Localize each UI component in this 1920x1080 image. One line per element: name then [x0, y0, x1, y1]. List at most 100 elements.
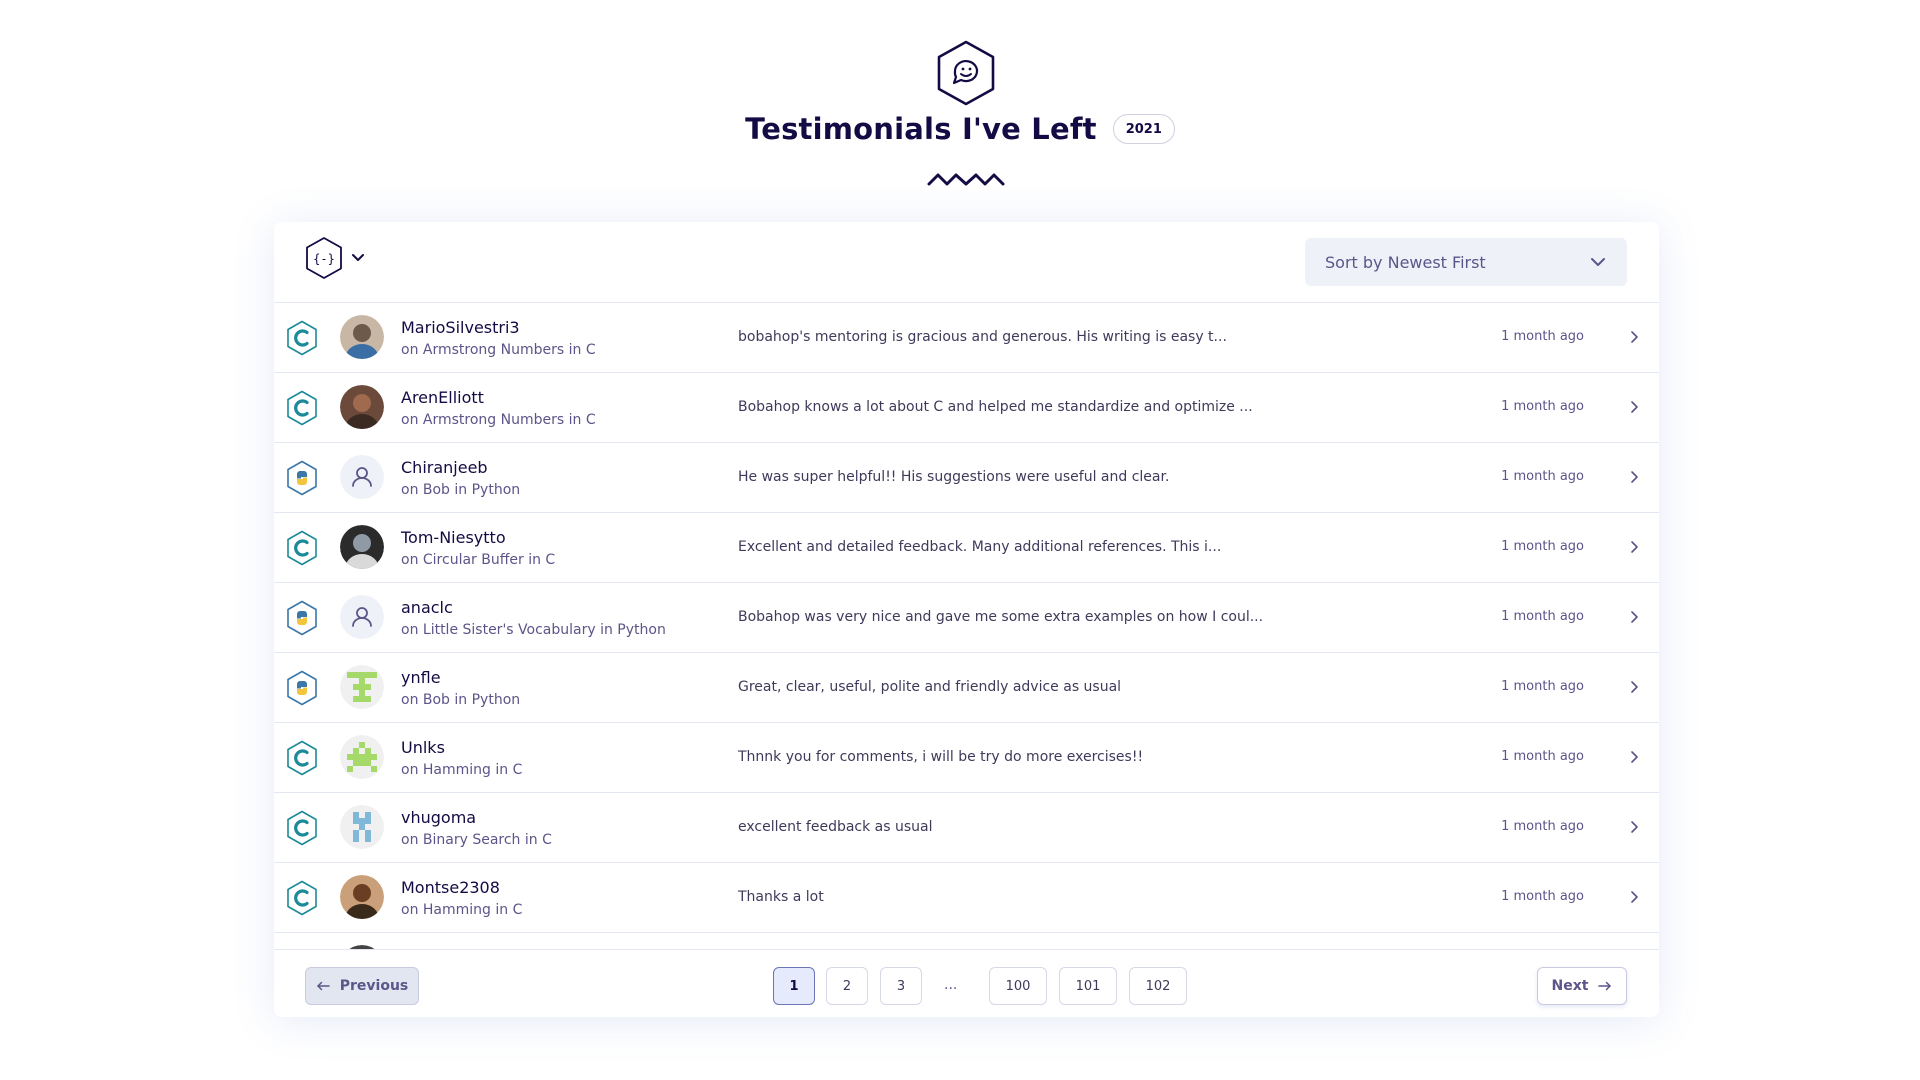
speech-bubble-hexagon-icon	[937, 40, 995, 106]
student-name: ynfle	[401, 668, 441, 687]
avatar	[340, 385, 384, 429]
avatar	[340, 735, 384, 779]
testimonial-content: excellent feedback as usual	[738, 819, 933, 835]
testimonial-time: 1 month ago	[1501, 889, 1584, 904]
page-button-102[interactable]: 102	[1129, 967, 1187, 1005]
testimonial-time: 1 month ago	[1501, 399, 1584, 414]
page-button-2[interactable]: 2	[826, 967, 868, 1005]
student-name: ArenElliott	[401, 388, 484, 407]
exercise-label: on Bob in Python	[401, 692, 521, 708]
python-track-icon	[286, 600, 318, 636]
chevron-right-icon	[1631, 891, 1638, 903]
exercise-label: on Armstrong Numbers in C	[401, 412, 596, 428]
python-track-icon	[286, 670, 318, 706]
testimonials-list: MarioSilvestri3 on Armstrong Numbers in C…	[274, 303, 1659, 949]
student-name: anaclc	[401, 598, 453, 617]
page-button-101[interactable]: 101	[1059, 967, 1117, 1005]
exercise-label: on Circular Buffer in C	[401, 552, 556, 568]
chevron-right-icon	[1631, 331, 1638, 343]
c-track-icon	[286, 810, 318, 846]
avatar	[340, 315, 384, 359]
c-track-icon	[286, 530, 318, 566]
testimonial-time: 1 month ago	[1501, 329, 1584, 344]
exercise-label: on Binary Search in C	[401, 832, 552, 848]
avatar	[340, 875, 384, 919]
exercise-label: on Hamming in C	[401, 762, 523, 778]
testimonial-content: Thnnk you for comments, i will be try do…	[738, 749, 1144, 765]
arrow-right-icon	[1598, 981, 1612, 991]
testimonial-row[interactable]: anaclc on Little Sister's Vocabulary in P…	[274, 583, 1659, 653]
chevron-down-icon	[352, 254, 364, 261]
c-track-icon	[286, 880, 318, 916]
exercise-label: on Armstrong Numbers in C	[401, 342, 596, 358]
chevron-right-icon	[1631, 821, 1638, 833]
arrow-left-icon	[316, 981, 330, 991]
student-name: MarioSilvestri3	[401, 318, 520, 337]
avatar	[340, 455, 384, 499]
testimonial-row[interactable]: Chiranjeeb on Bob in Python He was super h…	[274, 443, 1659, 513]
testimonial-row[interactable]: Montse2308 on Hamming in C Thanks a lot 1 m…	[274, 863, 1659, 933]
testimonial-time: 1 month ago	[1501, 609, 1584, 624]
pagination: Previous 1 2 3 ... 100 101 102 Next	[274, 949, 1659, 1017]
page-button-3[interactable]: 3	[880, 967, 922, 1005]
testimonial-content: Bobahop was very nice and gave me some e…	[738, 609, 1264, 625]
testimonial-content: He was super helpful!! His suggestions w…	[738, 469, 1170, 485]
testimonial-time: 1 month ago	[1501, 819, 1584, 834]
pagination-ellipsis: ...	[944, 977, 958, 993]
chevron-right-icon	[1631, 471, 1638, 483]
testimonial-content: Excellent and detailed feedback. Many ad…	[738, 539, 1222, 555]
avatar	[340, 525, 384, 569]
avatar	[340, 665, 384, 709]
c-track-icon	[286, 390, 318, 426]
previous-button[interactable]: Previous	[305, 967, 419, 1005]
exercise-label: on Bob in Python	[401, 482, 521, 498]
next-button[interactable]: Next	[1537, 967, 1627, 1005]
chevron-right-icon	[1631, 751, 1638, 763]
student-name: Unlks	[401, 738, 445, 757]
testimonial-time: 1 month ago	[1501, 679, 1584, 694]
toolbar: {-} Sort by Newest First	[274, 222, 1659, 303]
page-button-100[interactable]: 100	[989, 967, 1047, 1005]
testimonial-row[interactable]: MarioSilvestri3 on Armstrong Numbers in C…	[274, 303, 1659, 373]
c-track-icon	[286, 320, 318, 356]
testimonials-card: {-} Sort by Newest First MarioSilvestri3…	[274, 222, 1659, 1017]
track-filter-dropdown[interactable]: {-}	[304, 236, 366, 280]
squiggle-decoration-icon	[927, 173, 1005, 186]
sort-select[interactable]: Sort by Newest First	[1305, 238, 1627, 286]
testimonial-row[interactable]: Unlks on Hamming in C Thnnk you for commen…	[274, 723, 1659, 793]
next-button-label: Next	[1551, 978, 1589, 994]
testimonial-row[interactable]: Tom-Niesytto on Circular Buffer in C Excel…	[274, 513, 1659, 583]
testimonial-content: bobahop's mentoring is gracious and gene…	[738, 329, 1227, 345]
testimonial-time: 1 month ago	[1501, 469, 1584, 484]
exercise-label: on Hamming in C	[401, 902, 523, 918]
student-name: Chiranjeeb	[401, 458, 488, 477]
chevron-right-icon	[1631, 611, 1638, 623]
c-track-icon	[286, 740, 318, 776]
python-track-icon	[286, 460, 318, 496]
year-badge: 2021	[1112, 114, 1175, 144]
student-name: Tom-Niesytto	[401, 528, 506, 547]
page-button-1[interactable]: 1	[773, 967, 815, 1005]
testimonial-time: 1 month ago	[1501, 749, 1584, 764]
chevron-right-icon	[1631, 401, 1638, 413]
curly-braces-hexagon-icon: {-}	[306, 237, 342, 279]
testimonial-content: Bobahop knows a lot about C and helped m…	[738, 399, 1253, 415]
previous-button-label: Previous	[339, 978, 409, 994]
chevron-down-icon	[1591, 258, 1605, 266]
testimonial-content: Great, clear, useful, polite and friendl…	[738, 679, 1122, 695]
avatar	[340, 595, 384, 639]
testimonial-row[interactable]: vhugoma on Binary Search in C excellent fe…	[274, 793, 1659, 863]
testimonial-content: Thanks a lot	[738, 889, 824, 905]
avatar	[340, 805, 384, 849]
exercise-label: on Little Sister's Vocabulary in Python	[401, 622, 666, 638]
testimonial-row[interactable]	[274, 933, 1659, 949]
testimonial-row[interactable]: ArenElliott on Armstrong Numbers in C Boba…	[274, 373, 1659, 443]
testimonial-row[interactable]: ynfle on Bob in Python Great, clear, usefu…	[274, 653, 1659, 723]
sort-select-label: Sort by Newest First	[1325, 252, 1486, 272]
page-title: Testimonials I've Left	[745, 112, 1097, 146]
chevron-right-icon	[1631, 541, 1638, 553]
student-name: vhugoma	[401, 808, 477, 827]
student-name: Montse2308	[401, 878, 500, 897]
chevron-right-icon	[1631, 681, 1638, 693]
testimonial-time: 1 month ago	[1501, 539, 1584, 554]
